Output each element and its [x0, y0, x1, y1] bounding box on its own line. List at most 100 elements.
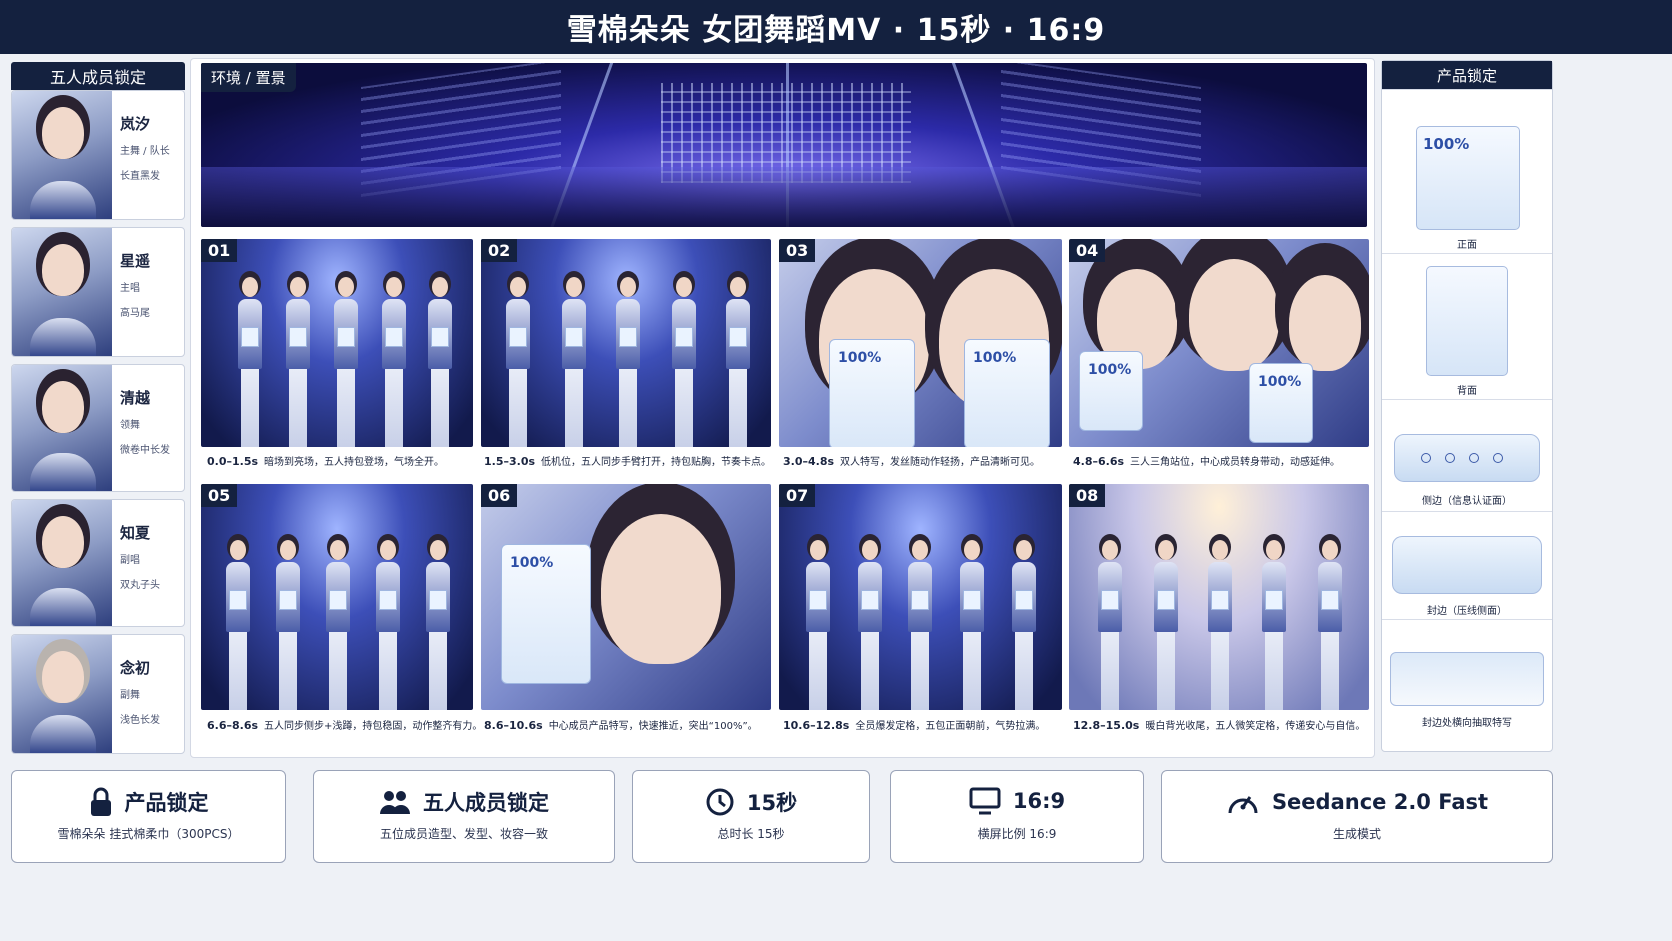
shot-desc: 双人特写，发丝随动作轻扬，产品清晰可见。 — [840, 457, 1041, 468]
shot-08[interactable]: 08 — [1069, 484, 1369, 710]
info-sub: 生成模式 — [1332, 827, 1381, 841]
shot-number: 05 — [201, 484, 238, 507]
shot-number: 08 — [1069, 484, 1106, 507]
member-role: 主唱 — [120, 283, 140, 294]
pack-label: 100% — [973, 350, 1017, 366]
info-title: 15秒 — [746, 791, 798, 815]
shot-time: 6.6–8.6s — [207, 719, 259, 732]
info-card-member-lock[interactable]: 五人成员锁定 五位成员造型、发型、妆容一致 — [313, 770, 615, 863]
info-card-aspect[interactable]: 16:9 横屏比例 16:9 — [890, 770, 1144, 863]
pack-label: 100% — [838, 350, 882, 366]
product-view-pull-closeup[interactable]: 封边处横向抽取特写 — [1382, 619, 1552, 751]
member-photo — [12, 365, 112, 491]
product-view-seal-edge[interactable]: 封边（压线侧面） — [1382, 511, 1552, 619]
shot-number: 04 — [1069, 239, 1106, 262]
shot-05[interactable]: 05 — [201, 484, 473, 710]
shot-time: 8.6–10.6s — [484, 719, 543, 732]
member-card-5[interactable]: 念初 副舞 浅色长发 — [11, 634, 185, 754]
member-card-2[interactable]: 星遥 主唱 高马尾 — [11, 227, 185, 357]
member-hair: 浅色长发 — [120, 715, 160, 726]
info-sub: 五位成员造型、发型、妆容一致 — [379, 827, 548, 841]
info-title: Seedance 2.0 Fast — [1271, 790, 1489, 814]
product-view-label: 正面 — [1457, 240, 1477, 251]
info-card-product-lock[interactable]: 产品锁定 雪棉朵朵 挂式棉柔巾（300PCS） — [11, 770, 286, 863]
shot-desc: 三人三角站位，中心成员转身带动，动感延伸。 — [1130, 457, 1341, 468]
shot-desc: 五人同步侧步+浅蹲，持包稳固，动作整齐有力。 — [264, 721, 483, 732]
shot-03[interactable]: 100% 100% 03 — [779, 239, 1062, 447]
member-name: 念初 — [120, 659, 151, 677]
shot-01[interactable]: 01 — [201, 239, 473, 447]
shot-time: 3.0–4.8s — [783, 455, 835, 468]
member-name: 星遥 — [120, 252, 151, 270]
shot-caption: 1.5–3.0s 低机位，五人同步手臂打开，持包贴胸，节奏卡点。 — [484, 453, 771, 468]
pack-label: 100% — [510, 555, 554, 571]
shot-caption: 6.6–8.6s 五人同步侧步+浅蹲，持包稳固，动作整齐有力。 — [207, 717, 482, 732]
pack-label: 100% — [1088, 362, 1132, 378]
member-card-4[interactable]: 知夏 副唱 双丸子头 — [11, 499, 185, 627]
pack-label: 100% — [1258, 374, 1302, 390]
shot-number: 02 — [481, 239, 518, 262]
member-role: 副唱 — [120, 555, 140, 566]
member-hair: 双丸子头 — [120, 580, 160, 591]
members-header: 五人成员锁定 — [11, 62, 185, 90]
member-role: 领舞 — [120, 420, 140, 431]
shot-caption: 12.8–15.0s 暖白背光收尾，五人微笑定格，传递安心与自信。 — [1073, 717, 1365, 732]
environment-tag: 环境 / 置景 — [201, 63, 296, 92]
member-role: 主舞 / 队长 — [120, 146, 170, 157]
shot-time: 4.8–6.6s — [1073, 455, 1125, 468]
product-view-front[interactable]: 100% 正面 — [1382, 89, 1552, 253]
member-name: 清越 — [120, 389, 151, 407]
products-panel: 产品锁定 100% 正面 背面 侧边（信息认证面） 封边（压线侧面） 封边处横向… — [1381, 60, 1553, 752]
shot-time: 10.6–12.8s — [783, 719, 850, 732]
member-hair: 微卷中长发 — [120, 445, 170, 456]
info-title: 产品锁定 — [124, 791, 209, 815]
shot-desc: 低机位，五人同步手臂打开，持包贴胸，节奏卡点。 — [541, 457, 772, 468]
shot-time: 1.5–3.0s — [484, 455, 536, 468]
info-sub: 雪棉朵朵 挂式棉柔巾（300PCS） — [57, 827, 240, 841]
member-name: 知夏 — [120, 524, 151, 542]
environment-image[interactable]: 环境 / 置景 — [201, 63, 1367, 227]
shot-02[interactable]: 02 — [481, 239, 771, 447]
info-card-duration[interactable]: 15秒 总时长 15秒 — [632, 770, 870, 863]
shot-number: 07 — [779, 484, 816, 507]
page-title: 雪棉朵朵 女团舞蹈MV · 15秒 · 16:9 — [0, 0, 1672, 54]
member-card-1[interactable]: 岚汐 主舞 / 队长 长直黑发 — [11, 90, 185, 220]
shot-caption: 3.0–4.8s 双人特写，发丝随动作轻扬，产品清晰可见。 — [783, 453, 1040, 468]
shot-caption: 8.6–10.6s 中心成员产品特写，快速推近，突出“100%”。 — [484, 717, 758, 732]
pack-label: 100% — [1423, 135, 1470, 153]
shot-time: 12.8–15.0s — [1073, 719, 1140, 732]
lock-icon — [90, 787, 111, 816]
storyboard-panel: 环境 / 置景 01 02 100% 100% 03 100% 100% 04 — [190, 58, 1375, 758]
shot-caption: 4.8–6.6s 三人三角站位，中心成员转身带动，动感延伸。 — [1073, 453, 1340, 468]
shot-desc: 暗场到亮场，五人持包登场，气场全开。 — [264, 457, 445, 468]
info-title: 五人成员锁定 — [423, 791, 549, 815]
shot-number: 06 — [481, 484, 518, 507]
product-view-back[interactable]: 背面 — [1382, 253, 1552, 399]
member-photo — [12, 635, 112, 753]
shot-number: 01 — [201, 239, 238, 262]
product-view-label: 背面 — [1457, 386, 1477, 397]
members-panel: 五人成员锁定 岚汐 主舞 / 队长 长直黑发 星遥 主唱 高马尾 清越 领舞 微… — [11, 62, 185, 754]
member-role: 副舞 — [120, 690, 140, 701]
member-photo — [12, 228, 112, 356]
member-photo — [12, 500, 112, 626]
product-view-side-info[interactable]: 侧边（信息认证面） — [1382, 399, 1552, 511]
shot-time: 0.0–1.5s — [207, 455, 259, 468]
shot-04[interactable]: 100% 100% 04 — [1069, 239, 1369, 447]
shot-desc: 中心成员产品特写，快速推近，突出“100%”。 — [548, 721, 758, 732]
product-view-label: 侧边（信息认证面） — [1422, 496, 1512, 507]
shot-07[interactable]: 07 — [779, 484, 1062, 710]
member-name: 岚汐 — [120, 115, 151, 133]
member-hair: 高马尾 — [120, 308, 150, 319]
product-view-label: 封边处横向抽取特写 — [1422, 718, 1512, 729]
shot-desc: 暖白背光收尾，五人微笑定格，传递安心与自信。 — [1145, 721, 1366, 732]
member-photo — [12, 91, 112, 219]
member-card-3[interactable]: 清越 领舞 微卷中长发 — [11, 364, 185, 492]
member-hair: 长直黑发 — [120, 171, 160, 182]
shot-desc: 全员爆发定格，五包正面朝前，气势拉满。 — [855, 721, 1046, 732]
clock-icon — [706, 788, 734, 816]
shot-06[interactable]: 100% 06 — [481, 484, 771, 710]
group-icon — [380, 791, 410, 814]
info-card-model[interactable]: Seedance 2.0 Fast 生成模式 — [1161, 770, 1553, 863]
info-sub: 总时长 15秒 — [717, 827, 785, 841]
